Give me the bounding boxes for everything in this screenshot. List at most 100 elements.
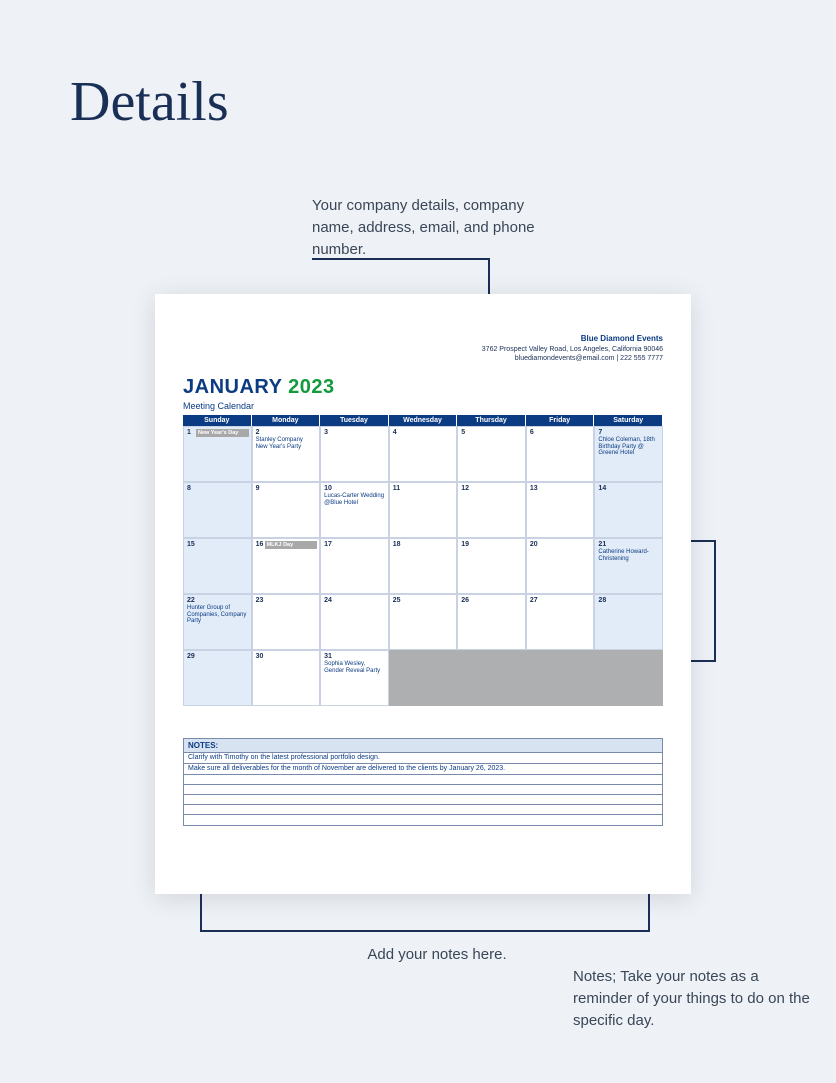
calendar-cell: 22Hunter Group of Companies, Company Par… [183, 594, 252, 650]
day-header: Monday [252, 415, 321, 426]
day-number: 14 [598, 485, 659, 492]
day-number: 25 [393, 597, 454, 604]
calendar-cell: 6 [526, 426, 595, 482]
calendar-cell [457, 650, 526, 706]
day-number: 19 [461, 541, 522, 548]
calendar-cell: 15 [183, 538, 252, 594]
calendar-cell: 23 [252, 594, 321, 650]
day-number: 4 [393, 429, 454, 436]
day-number: 22 [187, 597, 248, 604]
day-number: 28 [598, 597, 659, 604]
calendar-cell: 20 [526, 538, 595, 594]
note-line: Clarify with Timothy on the latest profe… [184, 753, 662, 764]
day-number: 27 [530, 597, 591, 604]
day-number: 6 [530, 429, 591, 436]
calendar-cell: 27 [526, 594, 595, 650]
calendar-cell: 17 [320, 538, 389, 594]
day-header: Tuesday [320, 415, 389, 426]
day-number: 17 [324, 541, 385, 548]
note-line [184, 795, 662, 805]
day-number: 30 [256, 653, 317, 660]
calendar-cell: 24 [320, 594, 389, 650]
bracket-bottom [200, 894, 650, 932]
day-number: 15 [187, 541, 248, 548]
day-number: 13 [530, 485, 591, 492]
day-number: 26 [461, 597, 522, 604]
day-number: 29 [187, 653, 248, 660]
calendar-cell: 18 [389, 538, 458, 594]
company-name: Blue Diamond Events [183, 334, 663, 345]
day-number: 11 [393, 485, 454, 492]
company-address: 3762 Prospect Valley Road, Los Angeles, … [183, 345, 663, 354]
company-block: Blue Diamond Events 3762 Prospect Valley… [183, 334, 663, 364]
day-number: 24 [324, 597, 385, 604]
day-number: 5 [461, 429, 522, 436]
note-line: Make sure all deliverables for the month… [184, 764, 662, 775]
day-number: 9 [256, 485, 317, 492]
day-number: 23 [256, 597, 317, 604]
calendar-subtitle: Meeting Calendar [183, 401, 663, 411]
day-header: Wednesday [389, 415, 458, 426]
day-number: 10 [324, 485, 385, 492]
day-number: 31 [324, 653, 385, 660]
day-label: MLKJ Day [265, 541, 318, 549]
page-title: Details [70, 70, 229, 134]
notes-header: NOTES: [184, 739, 662, 753]
calendar-cell: 19 [457, 538, 526, 594]
calendar-cell: 29 [183, 650, 252, 706]
note-line [184, 785, 662, 795]
calendar-header-row: SundayMondayTuesdayWednesdayThursdayFrid… [183, 415, 663, 426]
day-event: Catherine Howard- Christening [598, 549, 659, 563]
day-event: Chloe Coleman, 18th Birthday Party @ Gre… [598, 437, 659, 458]
company-contact: bluediamondevents@email.com | 222 555 77… [183, 354, 663, 363]
day-number: 12 [461, 485, 522, 492]
calendar-cell: 13 [526, 482, 595, 538]
notes-section: NOTES: Clarify with Timothy on the lates… [183, 738, 663, 826]
day-number: 21 [598, 541, 659, 548]
calendar-cell: 31Sophia Wesley, Gender Reveal Party [320, 650, 389, 706]
calendar-cell: 5 [457, 426, 526, 482]
day-label: New Year's Day [196, 429, 249, 437]
calendar-cell: 30 [252, 650, 321, 706]
calendar-cell: 12 [457, 482, 526, 538]
calendar-year: 2023 [288, 376, 335, 398]
bracket-top [312, 258, 490, 294]
day-number: 8 [187, 485, 248, 492]
day-number: 18 [393, 541, 454, 548]
calendar-cell: 11 [389, 482, 458, 538]
day-event: Lucas-Carter Wedding @Blue Hotel [324, 493, 385, 507]
calendar-cell: 3 [320, 426, 389, 482]
day-header: Sunday [183, 415, 252, 426]
calendar-document: Blue Diamond Events 3762 Prospect Valley… [155, 294, 691, 894]
calendar-cell: 28 [594, 594, 663, 650]
day-header: Saturday [594, 415, 663, 426]
calendar-cell: 1New Year's Day [183, 426, 252, 482]
day-number: 2 [256, 429, 317, 436]
day-number: 3 [324, 429, 385, 436]
callout-company-details: Your company details, company name, addr… [312, 195, 542, 260]
note-line [184, 805, 662, 815]
day-number: 7 [598, 429, 659, 436]
calendar-cell: 4 [389, 426, 458, 482]
calendar-cell: 26 [457, 594, 526, 650]
calendar-cell: 25 [389, 594, 458, 650]
day-event: Stanley Company New Year's Party [256, 437, 317, 451]
day-header: Friday [526, 415, 595, 426]
day-event: Hunter Group of Companies, Company Party [187, 605, 248, 626]
calendar-title: JANUARY 2023 [183, 376, 663, 399]
calendar-cell [389, 650, 458, 706]
calendar-cell: 10Lucas-Carter Wedding @Blue Hotel [320, 482, 389, 538]
calendar-cell: 8 [183, 482, 252, 538]
callout-day-notes: Notes; Take your notes as a reminder of … [573, 966, 813, 1031]
callout-add-notes: Add your notes here. [337, 944, 537, 966]
calendar-cell: 21Catherine Howard- Christening [594, 538, 663, 594]
calendar-cell: 9 [252, 482, 321, 538]
day-header: Thursday [457, 415, 526, 426]
note-line [184, 815, 662, 825]
day-number: 20 [530, 541, 591, 548]
note-line [184, 775, 662, 785]
calendar-body: 1New Year's Day2Stanley Company New Year… [183, 426, 663, 706]
calendar-cell: 2Stanley Company New Year's Party [252, 426, 321, 482]
calendar-month: JANUARY [183, 376, 282, 398]
calendar-cell: 14 [594, 482, 663, 538]
